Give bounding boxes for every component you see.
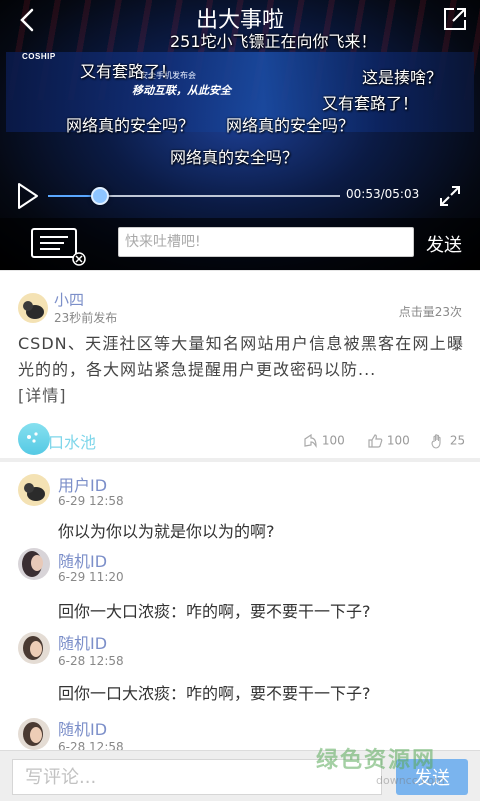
fullscreen-button[interactable] (438, 184, 462, 208)
comment-user[interactable]: 随机ID (58, 716, 107, 740)
clap-count: 25 (449, 433, 466, 448)
post-text: CSDN、天涯社区等大量知名网站用户信息被黑客在网上曝光的的，各大网站紧急提醒用… (18, 334, 464, 379)
post-stats: 口水池 100 100 25 (0, 423, 480, 457)
avatar-image (18, 718, 50, 750)
play-icon (18, 183, 38, 209)
post-body[interactable]: CSDN、天涯社区等大量知名网站用户信息被黑客在网上曝光的的，各大网站紧急提醒用… (18, 331, 464, 409)
avatar-image (18, 293, 48, 323)
video-controls: 00:53/05:03 (0, 176, 480, 216)
thumbs-up-icon (368, 434, 383, 448)
share-icon (304, 433, 317, 448)
progress-handle[interactable] (91, 187, 110, 205)
avatar-image (18, 632, 50, 664)
comment-time: 6-29 12:58 (58, 494, 124, 508)
avatar-image (18, 548, 50, 580)
danmu-send-button[interactable]: 发送 (426, 231, 462, 257)
danmu-item: 又有套路了！ (80, 62, 177, 81)
danmu-item: 网络真的安全吗？ (170, 148, 299, 167)
danmu-item: 网络真的安全吗？ (226, 116, 355, 135)
section-divider (0, 458, 480, 462)
comment-user[interactable]: 随机ID (58, 630, 107, 654)
post-card: 小四 23秒前发布 点击量23次 CSDN、天涯社区等大量知名网站用户信息被黑客… (0, 270, 480, 459)
comment-text: 回你一口大浓痰：咋的啊，要不要干一下子? (58, 684, 371, 703)
comment-text: 回你一大口浓痰：咋的啊，要不要干一下子? (58, 602, 371, 621)
share-button[interactable] (442, 6, 468, 32)
site-name[interactable]: 口水池 (48, 429, 96, 453)
share-stat[interactable]: 100 (302, 433, 345, 449)
avatar-image (18, 474, 50, 506)
avatar[interactable] (18, 632, 50, 664)
danmu-bar: 发送 (0, 218, 480, 270)
danmu-item: 251坨小飞镖正在向你飞来！ (170, 32, 377, 51)
danmu-item: 又有套路了！ (322, 94, 419, 113)
comment-send-button[interactable]: 发送 (396, 759, 468, 795)
comment-bar: 发送 (0, 750, 480, 801)
comment-time: 6-29 11:20 (58, 570, 124, 584)
danmu-input[interactable] (118, 227, 414, 257)
post-author[interactable]: 小四 (54, 289, 84, 310)
danmu-off-icon (31, 228, 86, 266)
danmu-toggle-button[interactable] (30, 226, 90, 266)
like-count: 100 (386, 433, 410, 448)
clap-stat[interactable]: 25 (430, 433, 465, 449)
comment-user[interactable]: 随机ID (58, 548, 107, 572)
clap-hand-icon (431, 434, 441, 449)
comment-text: 你以为你以为就是你以为的啊? (58, 522, 275, 541)
stage-slogan: 移动互联，从此安全 (132, 84, 231, 97)
site-logo-icon (18, 423, 50, 455)
like-stat[interactable]: 100 (367, 433, 410, 449)
click-count: 点击量23次 (398, 305, 462, 319)
video-player[interactable]: COSHIP 安全手机发布会 移动互联，从此安全 出大事啦 251坨小飞镖正在向… (0, 0, 480, 270)
avatar[interactable] (18, 718, 50, 750)
fullscreen-icon (440, 186, 460, 206)
progress-bar[interactable] (48, 187, 340, 205)
stage-brand-logo: COSHIP (22, 52, 56, 61)
comment-input[interactable] (12, 759, 382, 795)
details-link[interactable]: [详情] (18, 386, 67, 405)
share-out-icon (444, 8, 466, 30)
comment-time: 6-28 12:58 (58, 654, 124, 668)
danmu-item: 这是揍啥？ (362, 68, 443, 87)
avatar[interactable] (18, 293, 48, 323)
avatar[interactable] (18, 548, 50, 580)
avatar[interactable] (18, 474, 50, 506)
play-button[interactable] (16, 182, 40, 210)
share-count: 100 (321, 433, 345, 448)
time-label: 00:53/05:03 (346, 187, 420, 201)
post-time: 23秒前发布 (54, 311, 118, 325)
danmu-item: 网络真的安全吗？ (66, 116, 195, 135)
comment-user[interactable]: 用户ID (58, 472, 107, 496)
